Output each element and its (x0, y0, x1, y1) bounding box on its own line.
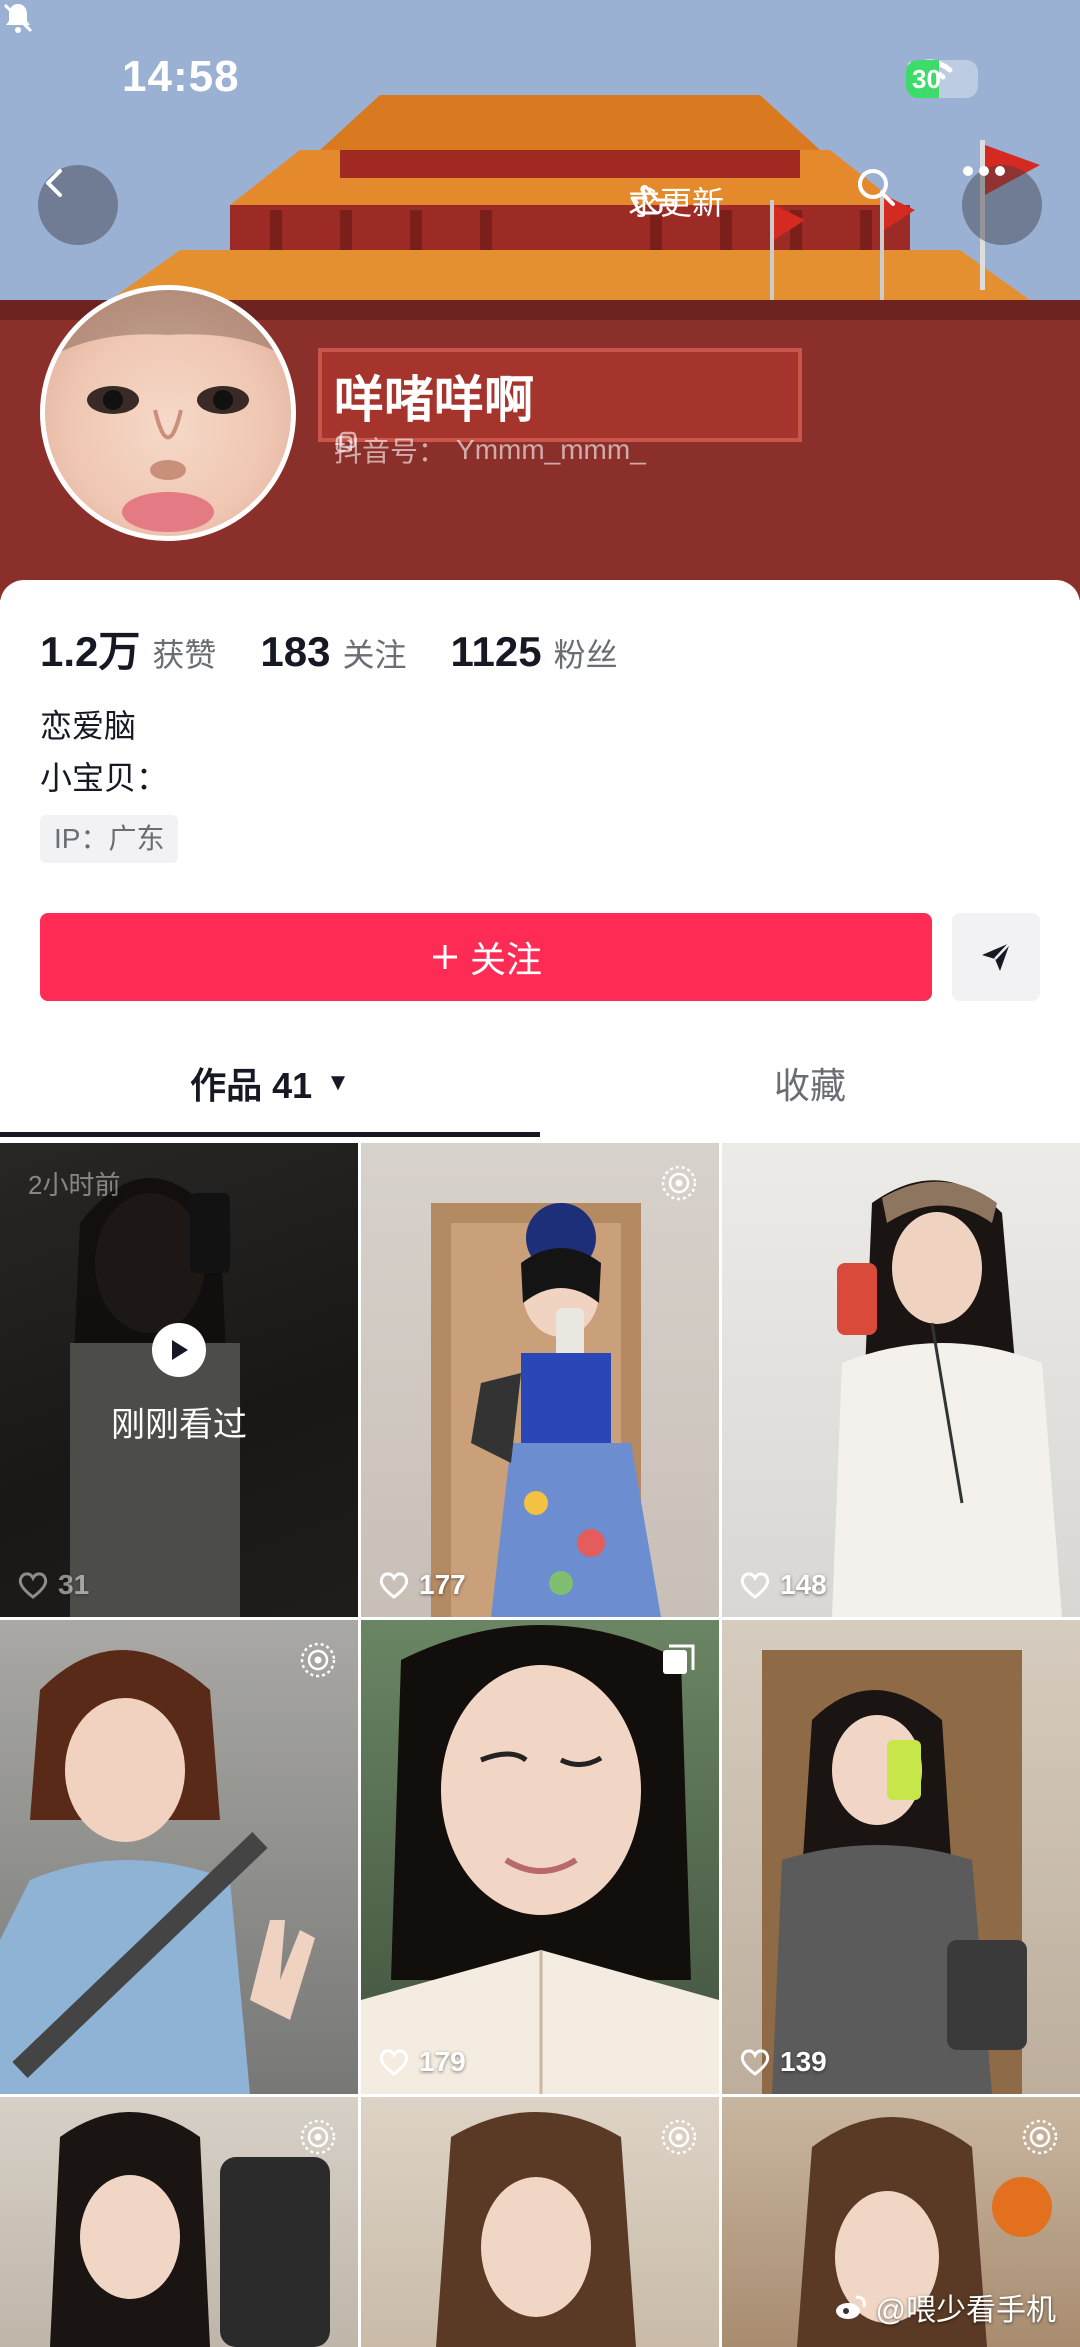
recently-watched-label: 刚刚看过 (111, 1406, 247, 1444)
copy-icon[interactable] (334, 430, 358, 454)
live-photo-icon (300, 2119, 336, 2155)
heart-icon (18, 1572, 48, 1599)
active-tab-indicator (0, 1132, 540, 1137)
like-count-value: 148 (780, 1569, 827, 1600)
like-count: 177 (379, 1569, 466, 1601)
video-thumbnail (832, 1180, 1062, 1617)
status-indicators: 30 (906, 58, 978, 100)
time-ago-label: 2小时前 (28, 1170, 121, 1200)
video-tile[interactable]: 2小时前 刚刚看过 31 (0, 1143, 358, 1617)
like-count-value: 31 (58, 1569, 90, 1600)
like-count: 179 (379, 2046, 466, 2078)
video-thumbnail (361, 1625, 719, 2094)
weibo-watermark: @喂少看手机 (834, 2285, 1056, 2329)
live-photo-icon (300, 1642, 336, 1678)
profile-stats: 1.2万 获赞 183 关注 1125 粉丝 (40, 618, 618, 679)
request-update-button[interactable]: 求更新 (628, 178, 724, 224)
live-photo-icon (661, 1165, 697, 1201)
search-button[interactable] (854, 165, 934, 245)
video-tile[interactable]: 139 (722, 1620, 1080, 2094)
stat-likes-count: 1.2万 (40, 628, 141, 675)
video-tile[interactable] (0, 2097, 358, 2347)
recently-watched: 刚刚看过 (0, 1323, 358, 1446)
nickname: 咩啫咩啊 (334, 372, 534, 428)
tab-works-label: 作品 41 (190, 1065, 313, 1106)
video-tile[interactable] (0, 1620, 358, 2094)
stat-likes: 1.2万 获赞 (40, 618, 216, 679)
video-tile[interactable]: 179 (361, 1620, 719, 2094)
stat-following-label: 关注 (342, 637, 407, 673)
weibo-logo-icon (835, 2295, 866, 2319)
more-dots-icon (963, 166, 1005, 176)
douyin-id[interactable]: 抖音号： Ymmm_mmm_ (334, 430, 646, 470)
bio-line-1: 恋爱脑 (40, 708, 137, 744)
bio-line-2: 小宝贝： (40, 760, 169, 796)
bio: 恋爱脑 小宝贝： (40, 700, 168, 804)
content-tabs: 作品 41 ▼ 收藏 (0, 1028, 1080, 1138)
ip-location-tag: IP：广东 (40, 815, 179, 863)
stat-likes-label: 获赞 (152, 637, 217, 673)
status-time: 14:58 (122, 52, 240, 101)
video-tile[interactable] (361, 2097, 719, 2347)
video-thumbnail (431, 1203, 661, 1617)
heart-icon (379, 2049, 409, 2076)
like-count: 139 (740, 2046, 827, 2078)
stat-following-count: 183 (260, 628, 331, 675)
live-photo-icon (1022, 2119, 1058, 2155)
tab-favorites[interactable]: 收藏 (540, 1028, 1080, 1138)
like-count: 31 (18, 1569, 89, 1601)
video-tile[interactable]: 177 (361, 1143, 719, 1617)
stat-followers-label: 粉丝 (553, 637, 618, 673)
heart-icon (740, 2049, 770, 2076)
gallery-icon (663, 1644, 695, 1674)
heart-icon (740, 1572, 770, 1599)
more-button[interactable] (962, 165, 1042, 245)
video-tile[interactable]: 148 (722, 1143, 1080, 1617)
mute-bell-icon (3, 3, 33, 33)
pointing-hand-icon (630, 185, 675, 215)
follow-button[interactable]: 关注 (40, 913, 932, 1001)
chevron-left-icon (46, 169, 62, 197)
send-icon (982, 942, 1011, 971)
heart-icon (379, 1572, 409, 1599)
tab-favorites-label: 收藏 (773, 1065, 846, 1106)
like-count-value: 177 (419, 1569, 466, 1600)
profile-cover: 14:58 30 求更新 咩啫咩啊 抖音号： Ymmm_mmm_ (0, 0, 1080, 600)
watermark-text: @喂少看手机 (875, 2294, 1056, 2327)
avatar-face-illustration (45, 290, 291, 532)
stat-followers-count: 1125 (450, 628, 542, 675)
play-icon (152, 1323, 206, 1377)
avatar[interactable] (40, 285, 296, 541)
search-icon (858, 169, 895, 206)
video-thumbnail (762, 1650, 1027, 2094)
back-button[interactable] (38, 165, 118, 245)
douyin-id-value: Ymmm_mmm_ (456, 434, 646, 465)
tab-works[interactable]: 作品 41 ▼ (0, 1028, 540, 1138)
live-photo-icon (661, 2119, 697, 2155)
share-button[interactable] (952, 913, 1040, 1001)
follow-label: 关注 (469, 939, 542, 980)
like-count: 148 (740, 1569, 827, 1601)
status-bar: 14:58 30 (0, 0, 1080, 150)
like-count-value: 139 (780, 2046, 827, 2077)
battery-indicator: 30 (906, 60, 978, 98)
like-count-value: 179 (419, 2046, 466, 2077)
stat-following[interactable]: 183 关注 (260, 628, 406, 676)
caret-down-icon: ▼ (326, 1069, 350, 1096)
stat-followers[interactable]: 1125 粉丝 (451, 628, 618, 676)
plus-icon (432, 945, 457, 969)
video-thumbnail (0, 1650, 315, 2094)
battery-level: 30 (912, 64, 941, 94)
